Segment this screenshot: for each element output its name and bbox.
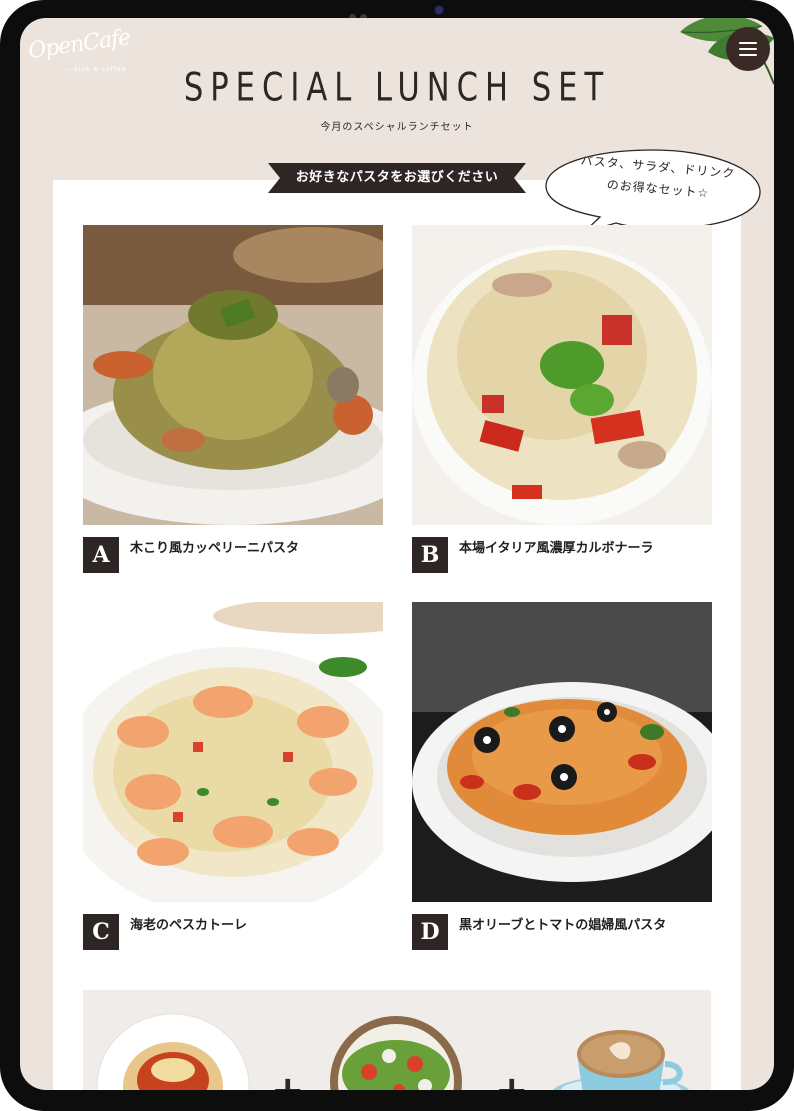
- selection-ribbon: お好きなパスタをお選びください: [268, 161, 526, 195]
- pasta-name-c: 海老のペスカトーレ: [130, 918, 248, 933]
- pasta-letter-d: D: [412, 914, 448, 950]
- speech-bubble: パスタ、サラダ、ドリンク のお得なセット☆: [544, 146, 764, 236]
- set-contents-box: + +: [83, 990, 711, 1090]
- pasta-letter-c: C: [83, 914, 119, 950]
- pasta-letter-b: B: [412, 537, 448, 573]
- logo[interactable]: OpenCafe — dish & coffee: [27, 25, 132, 73]
- pasta-name-b: 本場イタリア風濃厚カルボナーラ: [459, 541, 654, 556]
- pasta-name-d: 黒オリーブとトマトの娼婦風パスタ: [459, 918, 667, 933]
- pasta-letter-a: A: [83, 537, 119, 573]
- pasta-photo-b: [412, 225, 712, 525]
- camera-sensor-icon: [349, 6, 371, 21]
- pasta-photo-a: [83, 225, 383, 525]
- camera-lens-icon: [435, 6, 443, 14]
- plus-sign-1: +: [271, 1068, 305, 1090]
- pasta-set-image: [96, 1013, 250, 1090]
- salad-set-image: [330, 1016, 462, 1090]
- plus-sign-2: +: [495, 1068, 529, 1090]
- tablet-frame: OpenCafe — dish & coffee SPECIAL LUNCH S…: [0, 0, 794, 1111]
- page-title: SPECIAL LUNCH SET: [183, 65, 611, 111]
- pasta-photo-c: [83, 602, 383, 902]
- pasta-name-a: 木こり風カッペリーニパスタ: [130, 541, 300, 556]
- ribbon-label: お好きなパスタをお選びください: [295, 170, 499, 185]
- page-subtitle: 今月のスペシャルランチセット: [320, 122, 474, 133]
- coffee-set-image: [552, 1030, 690, 1090]
- screen: OpenCafe — dish & coffee SPECIAL LUNCH S…: [20, 18, 774, 1090]
- pasta-photo-d: [412, 602, 712, 902]
- logo-wordmark: OpenCafe: [26, 24, 132, 65]
